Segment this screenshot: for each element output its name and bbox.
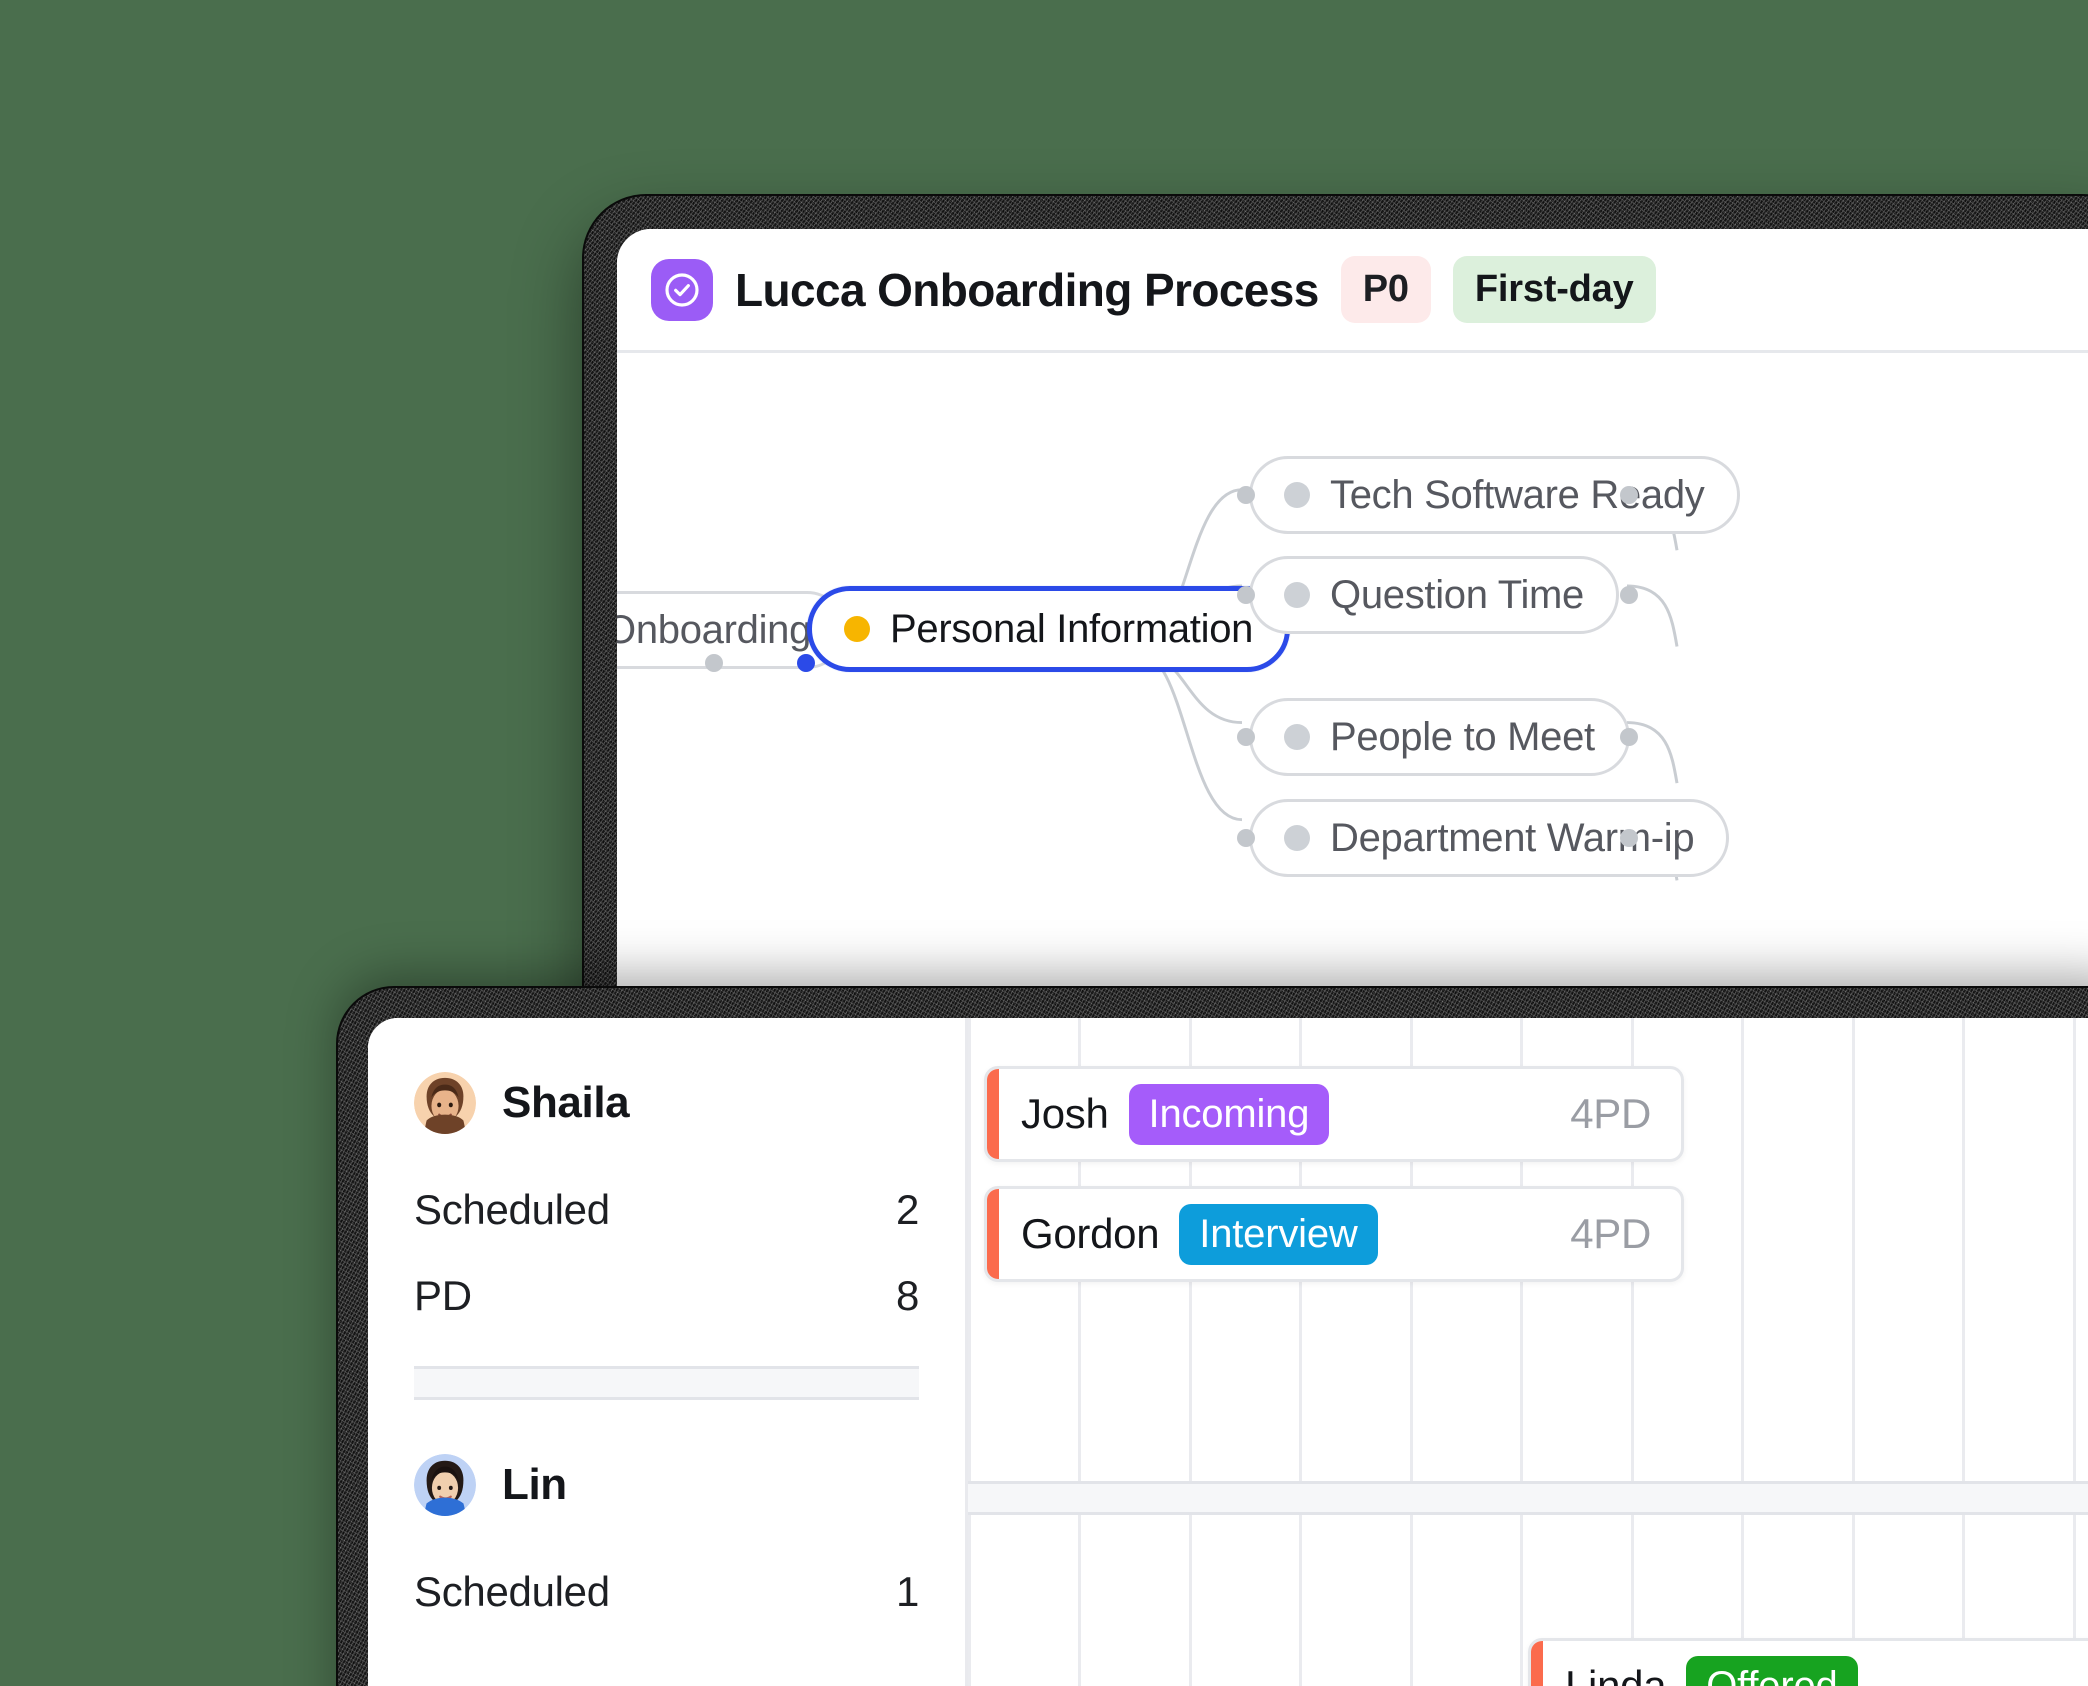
task-duration: 4PD [1570, 1210, 1651, 1257]
status-dot [1284, 825, 1310, 851]
stat-pd: PD 8 [414, 1272, 919, 1320]
task-bar-josh[interactable]: Josh Incoming 4PD [984, 1066, 1684, 1162]
connection-port[interactable] [1620, 486, 1638, 504]
connection-port-selected[interactable] [797, 654, 815, 672]
person-row-shaila[interactable]: Shaila Scheduled 2 PD 8 [368, 1018, 965, 1400]
connection-port[interactable] [1620, 586, 1638, 604]
page-title: Lucca Onboarding Process [735, 263, 1319, 316]
person-header: Lin [414, 1454, 919, 1516]
connection-port[interactable] [1620, 728, 1638, 746]
status-dot [844, 616, 870, 642]
row-group-divider [968, 1481, 2088, 1515]
table-window: Shaila Scheduled 2 PD 8 Lin Scheduled 1 … [368, 1018, 2088, 1686]
mindmap-node-question-time[interactable]: Question Time [1249, 556, 1619, 634]
status-dot [1284, 724, 1310, 750]
task-status-badge: Interview [1179, 1203, 1378, 1265]
task-bar-gordon[interactable]: Gordon Interview 4PD [984, 1186, 1684, 1282]
person-header: Shaila [414, 1072, 919, 1134]
mindmap-node-label: People to Meet [1330, 714, 1595, 759]
task-duration: 4PD [1570, 1090, 1651, 1137]
stat-label: PD [414, 1272, 472, 1319]
grid-line [968, 1018, 971, 1686]
person-name: Shaila [502, 1078, 630, 1127]
category-badge: First-day [1452, 256, 1656, 323]
mindmap-node-people-to-meet[interactable]: People to Meet [1249, 698, 1630, 776]
schedule-table: Shaila Scheduled 2 PD 8 Lin Scheduled 1 … [368, 1018, 2088, 1686]
status-dot [1284, 582, 1310, 608]
connection-port[interactable] [1237, 586, 1255, 604]
task-person-name: Gordon [1021, 1210, 1160, 1257]
mindmap-node-label: -Onboarding [617, 607, 812, 652]
priority-badge: P0 [1340, 256, 1431, 323]
task-person-name: Josh [1021, 1090, 1109, 1137]
gantt-column[interactable]: Josh Incoming 4PD Gordon Interview 4PD L… [968, 1018, 2088, 1686]
connection-port[interactable] [1620, 829, 1638, 847]
person-name: Lin [502, 1460, 567, 1509]
status-dot [1284, 482, 1310, 508]
table-device-frame: Shaila Scheduled 2 PD 8 Lin Scheduled 1 … [338, 988, 2088, 1686]
task-status-badge: Incoming [1128, 1083, 1330, 1145]
connection-port[interactable] [1237, 829, 1255, 847]
stat-label: Scheduled [414, 1568, 610, 1615]
people-column: Shaila Scheduled 2 PD 8 Lin Scheduled 1 [368, 1018, 968, 1686]
mindmap-node-label: Personal Information [890, 606, 1254, 651]
grid-line [1962, 1018, 1965, 1686]
stat-value: 2 [895, 1186, 919, 1233]
stat-value: 1 [895, 1568, 919, 1615]
task-person-name: Linda [1565, 1662, 1667, 1686]
row-group-divider [414, 1366, 919, 1400]
mindmap-node-tech-software-ready[interactable]: Tech Software Ready [1249, 456, 1740, 534]
mindmap-node-label: Tech Software Ready [1330, 472, 1705, 517]
connection-port[interactable] [1237, 728, 1255, 746]
mindmap-node-label: Department Warm-ip [1330, 815, 1695, 860]
grid-line [1852, 1018, 1855, 1686]
grid-line [2073, 1018, 2076, 1686]
connection-port[interactable] [1237, 486, 1255, 504]
check-circle-icon [651, 258, 713, 321]
stat-label: Scheduled [414, 1186, 610, 1233]
stat-value: 8 [895, 1272, 919, 1319]
stat-scheduled: Scheduled 2 [414, 1186, 919, 1234]
task-status-badge: Offered [1686, 1655, 1858, 1686]
grid-line [1741, 1018, 1744, 1686]
person-row-lin[interactable]: Lin Scheduled 1 [368, 1400, 965, 1616]
mindmap-header: Lucca Onboarding Process P0 First-day [617, 229, 2088, 353]
connection-port[interactable] [705, 654, 723, 672]
mindmap-node-label: Question Time [1330, 572, 1584, 617]
stat-scheduled: Scheduled 1 [414, 1568, 919, 1616]
avatar [414, 1454, 476, 1516]
avatar [414, 1072, 476, 1134]
mindmap-node-personal-information[interactable]: Personal Information [807, 586, 1291, 672]
mindmap-node-department-warm-ip[interactable]: Department Warm-ip [1249, 799, 1730, 877]
task-bar-linda[interactable]: Linda Offered [1528, 1638, 2088, 1686]
